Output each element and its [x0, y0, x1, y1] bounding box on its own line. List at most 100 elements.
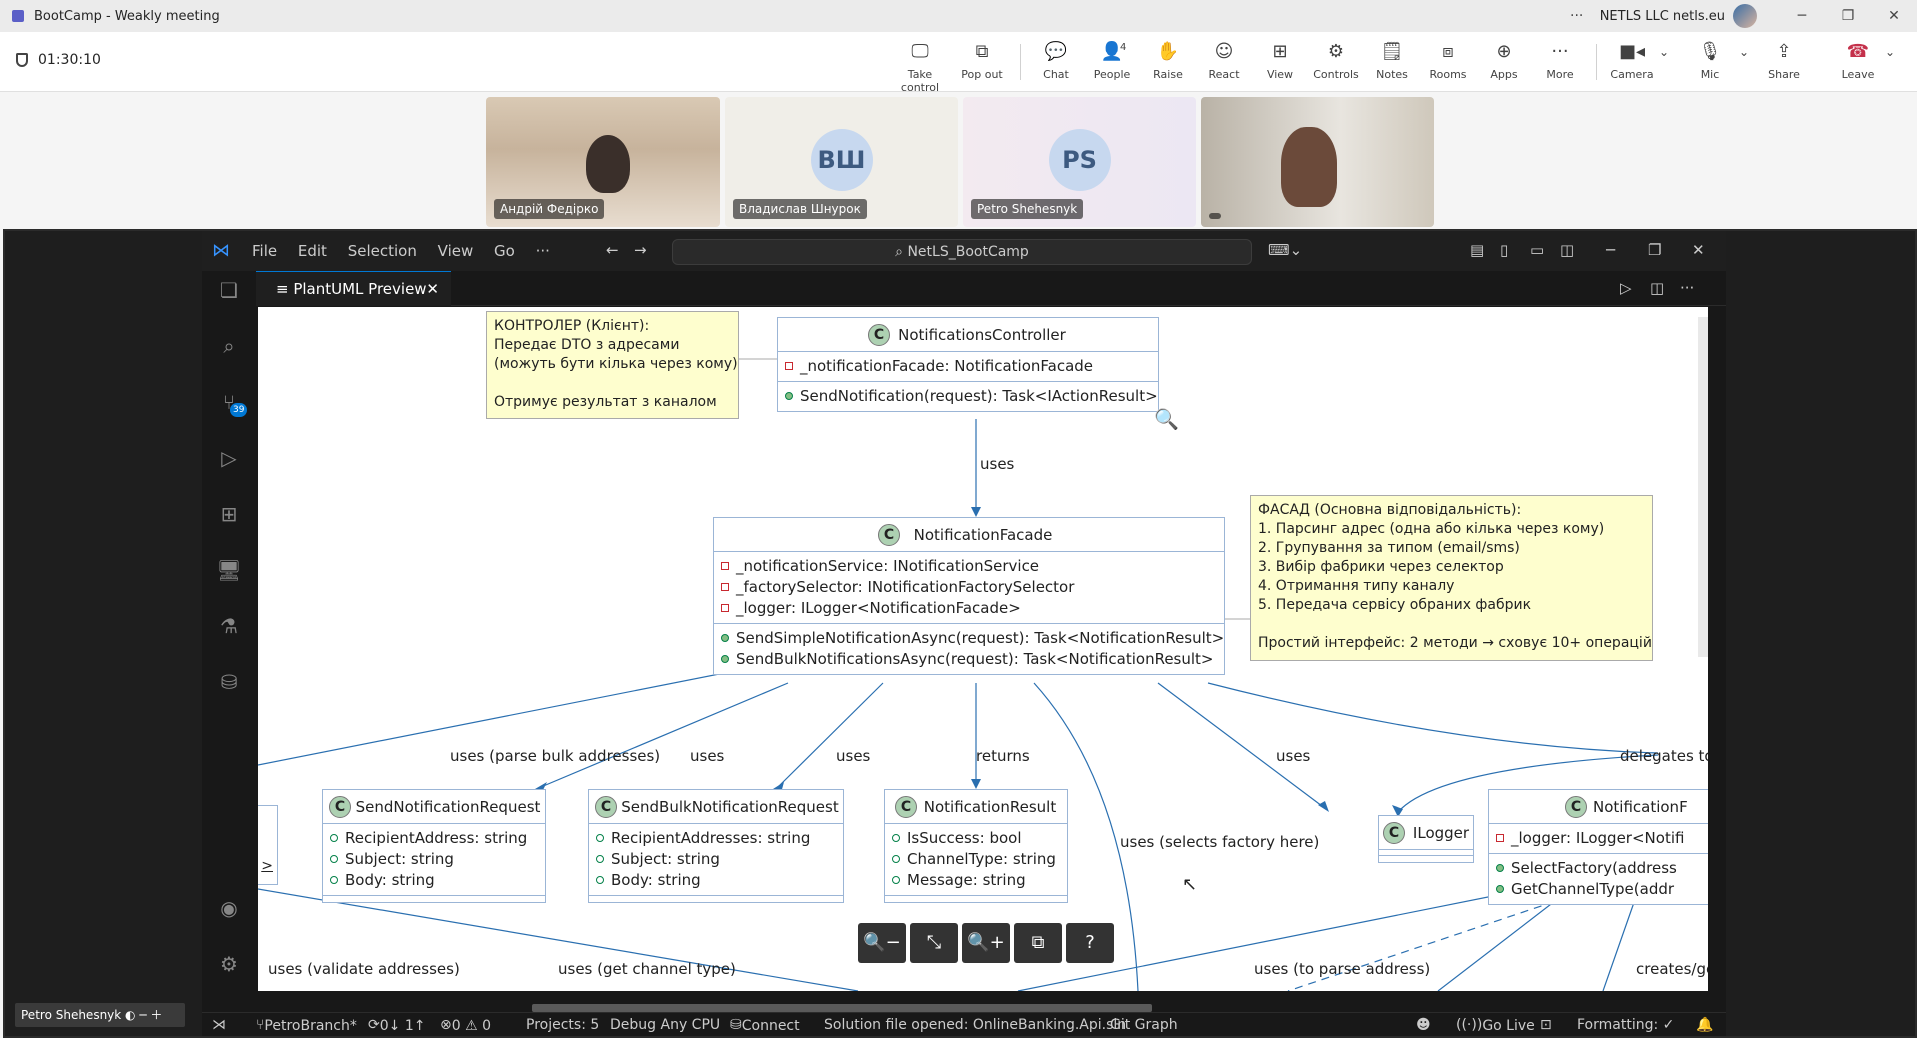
- plus-icon: ⊕: [1496, 41, 1512, 62]
- remote-icon[interactable]: ⋊: [212, 1014, 226, 1036]
- rooms-button[interactable]: ⧈ Rooms: [1420, 40, 1476, 81]
- class-icon: C: [329, 796, 351, 818]
- close-icon[interactable]: ✕: [1692, 241, 1705, 259]
- remote-explorer-icon[interactable]: 🖥: [216, 557, 242, 583]
- back-arrow-icon[interactable]: ←: [606, 241, 619, 259]
- shared-screen: ⋈ File Edit Selection View Go ··· ← → ⌕ …: [3, 229, 1917, 1038]
- more-options-button[interactable]: ···: [1554, 8, 1600, 24]
- camera-options-button[interactable]: ⌄: [1654, 40, 1674, 64]
- restore-icon[interactable]: ❐: [1825, 8, 1871, 24]
- participant-tile[interactable]: PS Petro Shehesnyk: [963, 97, 1196, 227]
- help-button[interactable]: ?: [1066, 923, 1114, 963]
- class-notification-facade[interactable]: C NotificationFacade _notificationService…: [713, 517, 1225, 675]
- camera-button[interactable]: ■◂ Camera: [1604, 40, 1660, 81]
- tab-plantuml-preview[interactable]: ≡ PlantUML Preview ✕: [256, 271, 451, 306]
- share-button[interactable]: ⇪ Share: [1756, 40, 1812, 81]
- self-view-pip[interactable]: Petro Shehesnyk ◐ ─ ＋: [15, 1003, 185, 1027]
- menu-view[interactable]: View: [438, 242, 474, 260]
- menu-file[interactable]: File: [252, 242, 277, 260]
- account-avatar[interactable]: [1733, 4, 1757, 28]
- pop-out-button[interactable]: ⧉ Pop out: [954, 40, 1010, 81]
- vertical-scrollbar[interactable]: [1698, 317, 1708, 657]
- layout-icon[interactable]: ▤: [1470, 241, 1484, 259]
- raise-button[interactable]: ✋ Raise: [1140, 40, 1196, 81]
- class-method: SendBulkNotificationsAsync(request): Tas…: [736, 650, 1214, 668]
- pip-controls[interactable]: ◐ ─ ＋: [121, 1008, 162, 1022]
- forward-arrow-icon[interactable]: →: [634, 241, 647, 259]
- extensions-icon[interactable]: ⊞: [216, 501, 242, 527]
- run-debug-icon[interactable]: ▷: [216, 445, 242, 471]
- horizontal-scrollbar[interactable]: [532, 1004, 1152, 1012]
- class-partial-left[interactable]: >: [258, 805, 278, 885]
- plantuml-canvas[interactable]: КОНТРОЛЕР (Клієнт): Передає DTO з адреса…: [258, 307, 1708, 991]
- mic-options-button[interactable]: ⌄: [1734, 40, 1754, 64]
- minimize-icon[interactable]: ─: [1779, 8, 1825, 24]
- view-button[interactable]: ⊞ View: [1252, 40, 1308, 81]
- class-send-bulk-notification-request[interactable]: C SendBulkNotificationRequest RecipientAd…: [588, 789, 844, 903]
- branch-status[interactable]: ⑂ PetroBranch*: [256, 1014, 357, 1036]
- people-button[interactable]: 👤 4 People: [1084, 40, 1140, 81]
- chat-button[interactable]: 💬 Chat: [1028, 40, 1084, 81]
- copilot-status-icon[interactable]: ☻: [1416, 1014, 1431, 1036]
- participant-tile[interactable]: Андрій Федірко: [486, 97, 720, 227]
- csharp-icon[interactable]: ⊡: [1540, 1014, 1552, 1036]
- participant-tile[interactable]: [1201, 97, 1434, 227]
- mic-button[interactable]: 🎙 Mic: [1682, 40, 1738, 81]
- notes-button[interactable]: 🗒 Notes: [1364, 40, 1420, 81]
- class-notification-result[interactable]: C NotificationResult IsSuccess: bool Chan…: [884, 789, 1068, 903]
- close-icon[interactable]: ✕: [1871, 8, 1917, 24]
- restore-icon[interactable]: ❐: [1648, 241, 1661, 259]
- projects-status[interactable]: Projects: 5: [526, 1014, 599, 1036]
- go-live-button[interactable]: ((·)) Go Live: [1456, 1014, 1535, 1036]
- more-actions-icon[interactable]: ···: [1680, 279, 1694, 297]
- apps-button[interactable]: ⊕ Apps: [1476, 40, 1532, 81]
- explorer-icon[interactable]: ❏: [216, 277, 242, 303]
- leave-options-button[interactable]: ⌄: [1880, 40, 1900, 64]
- menu-go[interactable]: Go: [494, 242, 515, 260]
- database-icon[interactable]: ⛁: [216, 669, 242, 695]
- close-tab-icon[interactable]: ✕: [426, 272, 439, 306]
- solution-status[interactable]: Solution file opened: OnlineBanking.Api.…: [824, 1014, 1126, 1036]
- take-control-button[interactable]: 🖵 Take control: [892, 40, 948, 94]
- leave-button[interactable]: ☎ Leave: [1830, 40, 1886, 81]
- teams-logo-icon: [12, 10, 24, 22]
- menu-selection[interactable]: Selection: [348, 242, 417, 260]
- copilot-icon[interactable]: ⌨⌄: [1268, 241, 1302, 259]
- split-editor-icon[interactable]: ◫: [1650, 279, 1664, 297]
- more-button[interactable]: ··· More: [1532, 40, 1588, 81]
- relation-label: uses: [1276, 747, 1311, 765]
- gear-icon[interactable]: ⚙: [216, 951, 242, 977]
- controls-button[interactable]: ⚙ Controls: [1308, 40, 1364, 81]
- testing-icon[interactable]: ⚗: [216, 613, 242, 639]
- account-icon[interactable]: ◉: [216, 895, 242, 921]
- zoom-out-button[interactable]: 🔍−: [858, 923, 906, 963]
- problems-text: 0 ⚠ 0: [451, 1018, 491, 1034]
- sidebar-toggle-icon[interactable]: ▯: [1500, 241, 1508, 259]
- class-send-notification-request[interactable]: C SendNotificationRequest RecipientAddres…: [322, 789, 546, 903]
- react-button[interactable]: ☺ React: [1196, 40, 1252, 81]
- participant-tile[interactable]: ВШ Владислав Шнурок: [725, 97, 958, 227]
- source-control-icon[interactable]: ⑂ 39: [216, 389, 248, 417]
- copy-button[interactable]: ⧉: [1014, 923, 1062, 963]
- search-icon[interactable]: ⌕: [216, 333, 242, 359]
- bell-icon[interactable]: 🔔: [1696, 1014, 1713, 1036]
- fit-to-window-button[interactable]: ⤡: [910, 923, 958, 963]
- zoom-in-button[interactable]: 🔍+: [962, 923, 1010, 963]
- class-name: NotificationF: [1593, 798, 1688, 816]
- menu-edit[interactable]: Edit: [298, 242, 327, 260]
- class-ilogger[interactable]: C ILogger: [1378, 815, 1474, 863]
- connect-status[interactable]: ⛁ Connect: [730, 1014, 800, 1036]
- git-graph-button[interactable]: Git Graph: [1110, 1014, 1178, 1036]
- menu-more[interactable]: ···: [536, 242, 550, 260]
- secondary-sidebar-icon[interactable]: ◫: [1560, 241, 1574, 259]
- formatting-status[interactable]: Formatting: ✓: [1577, 1014, 1674, 1036]
- command-center-search[interactable]: ⌕ NetLS_BootCamp: [672, 239, 1252, 265]
- sync-status[interactable]: ⟳ 0↓ 1↑: [368, 1014, 425, 1036]
- class-notifications-controller[interactable]: C NotificationsController _notificationFa…: [777, 317, 1159, 412]
- panel-toggle-icon[interactable]: ▭: [1530, 241, 1544, 259]
- problems-status[interactable]: ⊗ 0 ⚠ 0: [440, 1014, 491, 1036]
- minimize-icon[interactable]: ─: [1606, 241, 1615, 259]
- run-icon[interactable]: ▷: [1620, 279, 1632, 297]
- class-notification-factory-selector[interactable]: C NotificationF _logger: ILogger<Notifi S…: [1488, 789, 1708, 905]
- debug-config[interactable]: Debug Any CPU: [610, 1014, 720, 1036]
